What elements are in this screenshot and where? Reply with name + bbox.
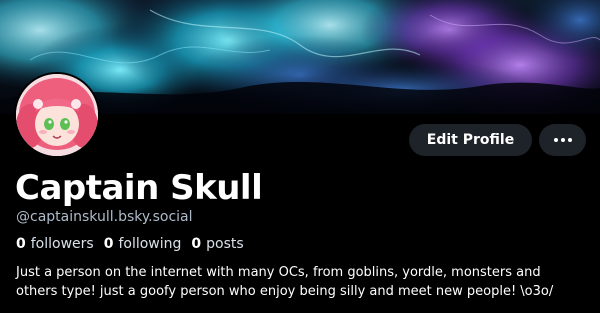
followers-count: 0 bbox=[16, 236, 26, 252]
display-name: Captain Skull bbox=[15, 168, 263, 208]
profile-stats: 0 followers 0 following 0 posts bbox=[16, 235, 254, 253]
posts-label: posts bbox=[206, 236, 244, 252]
edit-profile-button[interactable]: Edit Profile bbox=[409, 124, 532, 156]
profile-handle: @captainskull.bsky.social bbox=[16, 209, 193, 225]
ellipsis-dot bbox=[560, 138, 565, 142]
profile-bio: Just a person on the internet with many … bbox=[16, 263, 592, 301]
ellipsis-dot bbox=[567, 138, 572, 142]
bio-line: others type! just a goofy person who enj… bbox=[16, 284, 554, 299]
bio-line: Just a person on the internet with many … bbox=[16, 265, 541, 280]
following-label: following bbox=[118, 236, 182, 252]
stat-posts: 0 posts bbox=[191, 235, 243, 253]
ellipsis-dot bbox=[553, 138, 558, 142]
followers-label: followers bbox=[30, 236, 94, 252]
ellipsis-icon bbox=[552, 138, 573, 142]
stat-followers[interactable]: 0 followers bbox=[16, 235, 94, 253]
profile-page: Edit Profile Captain Skull @captainskull… bbox=[0, 0, 600, 313]
following-count: 0 bbox=[103, 236, 114, 252]
avatar[interactable] bbox=[14, 72, 100, 158]
stat-following[interactable]: 0 following bbox=[104, 235, 182, 253]
posts-count: 0 bbox=[191, 236, 202, 252]
more-options-button[interactable] bbox=[539, 124, 586, 156]
avatar-image bbox=[16, 74, 98, 156]
